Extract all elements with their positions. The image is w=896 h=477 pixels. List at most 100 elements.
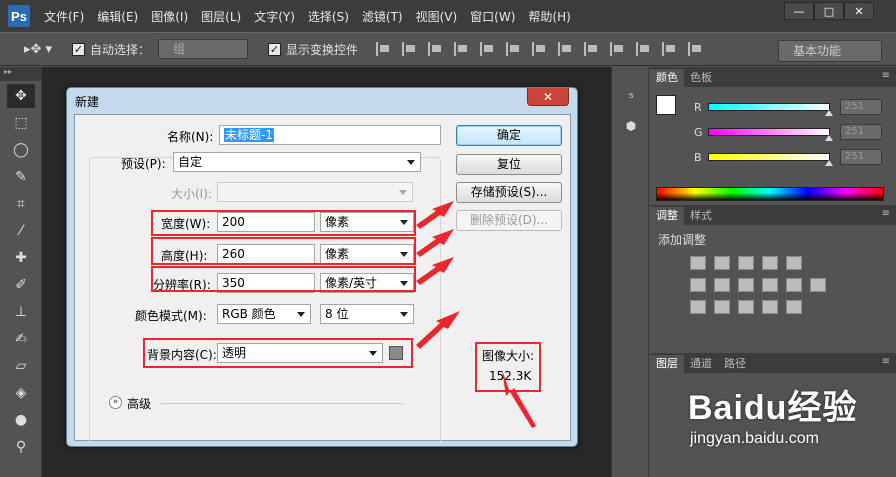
black-white-icon[interactable]	[738, 278, 754, 292]
menu-file[interactable]: 文件(F)	[44, 8, 84, 25]
3d-panel-icon[interactable]: ⬢	[619, 119, 643, 141]
tab-swatches[interactable]: 色板	[684, 69, 718, 87]
distribute-hcenter-icon[interactable]	[636, 42, 652, 56]
bit-depth-dropdown[interactable]: 8 位	[320, 304, 414, 324]
align-vcenter-icon[interactable]	[402, 42, 418, 56]
red-value[interactable]: 251	[840, 99, 882, 115]
tab-channels[interactable]: 通道	[684, 355, 718, 373]
move-tool-preset-icon[interactable]: ▸✥ ▾	[24, 42, 64, 57]
advanced-label[interactable]: 高级	[127, 395, 151, 412]
slider-knob-icon[interactable]	[825, 135, 833, 141]
threshold-icon[interactable]	[738, 300, 754, 314]
slider-knob-icon[interactable]	[825, 160, 833, 166]
align-right-icon[interactable]	[506, 42, 522, 56]
exposure-icon[interactable]	[762, 256, 778, 270]
vibrance-icon[interactable]	[786, 256, 802, 270]
watermark-main: Baidu经验	[688, 389, 858, 427]
preset-dropdown[interactable]: 自定	[173, 152, 421, 172]
curves-icon[interactable]	[738, 256, 754, 270]
slider-knob-icon[interactable]	[825, 110, 833, 116]
panel-menu-icon[interactable]: ≡	[882, 208, 890, 219]
invert-icon[interactable]	[690, 300, 706, 314]
stamp-tool-icon[interactable]: ⊥	[7, 300, 35, 324]
distribute-vcenter-icon[interactable]	[558, 42, 574, 56]
history-brush-tool-icon[interactable]: ✍	[7, 327, 35, 351]
add-adjustment-title: 添加调整	[658, 233, 707, 247]
green-slider[interactable]	[708, 128, 833, 141]
reset-button[interactable]: 复位	[456, 154, 562, 175]
panel-collapse-icon[interactable]: ▸▸	[0, 67, 41, 81]
healing-brush-tool-icon[interactable]: ✚	[7, 246, 35, 270]
menu-filter[interactable]: 滤镜(T)	[362, 8, 403, 25]
green-label: G	[694, 125, 703, 139]
channel-mixer-icon[interactable]	[786, 278, 802, 292]
blue-slider[interactable]	[708, 153, 833, 166]
workspace-switcher[interactable]: 基本功能	[778, 40, 882, 62]
dialog-close-icon[interactable]: ✕	[527, 88, 569, 106]
tab-paths[interactable]: 路径	[718, 355, 752, 373]
color-lookup-icon[interactable]	[810, 278, 826, 292]
tab-adjustments[interactable]: 调整	[650, 207, 684, 225]
panel-menu-icon[interactable]: ≡	[882, 356, 890, 367]
dodge-tool-icon[interactable]: ⚲	[7, 435, 35, 459]
align-top-icon[interactable]	[376, 42, 392, 56]
distribute-top-icon[interactable]	[532, 42, 548, 56]
blur-tool-icon[interactable]: ●	[7, 408, 35, 432]
name-input[interactable]: 未标题-1	[219, 125, 441, 145]
photo-filter-icon[interactable]	[762, 278, 778, 292]
color-spectrum-bar[interactable]	[656, 187, 884, 201]
menu-image[interactable]: 图像(I)	[151, 8, 188, 25]
selective-color-icon[interactable]	[786, 300, 802, 314]
menu-select[interactable]: 选择(S)	[308, 8, 349, 25]
tab-color[interactable]: 颜色	[650, 69, 684, 87]
levels-icon[interactable]	[714, 256, 730, 270]
red-slider[interactable]	[708, 103, 833, 116]
foreground-color-swatch[interactable]	[656, 95, 676, 115]
menu-window[interactable]: 窗口(W)	[470, 8, 515, 25]
minimize-button[interactable]: —	[784, 2, 814, 20]
preset-label: 预设(P):	[121, 157, 166, 171]
eyedropper-tool-icon[interactable]: ⁄	[7, 219, 35, 243]
distribute-left-icon[interactable]	[610, 42, 626, 56]
brightness-icon[interactable]	[690, 256, 706, 270]
blue-value[interactable]: 251	[840, 149, 882, 165]
crop-tool-icon[interactable]: ⌗	[7, 192, 35, 216]
hue-saturation-icon[interactable]	[690, 278, 706, 292]
posterize-icon[interactable]	[714, 300, 730, 314]
align-hcenter-icon[interactable]	[480, 42, 496, 56]
show-transform-checkbox[interactable]: ✓ 显示变换控件	[268, 41, 358, 58]
align-left-icon[interactable]	[454, 42, 470, 56]
quick-select-tool-icon[interactable]: ✎	[7, 165, 35, 189]
menu-type[interactable]: 文字(Y)	[254, 8, 295, 25]
move-tool-icon[interactable]: ✥	[7, 84, 35, 108]
green-value[interactable]: 251	[840, 124, 882, 140]
auto-select-checkbox[interactable]: ✓ 自动选择：	[72, 41, 150, 58]
maximize-button[interactable]: □	[814, 2, 844, 20]
menu-edit[interactable]: 编辑(E)	[97, 8, 138, 25]
color-mode-dropdown[interactable]: RGB 颜色	[217, 304, 311, 324]
menu-view[interactable]: 视图(V)	[416, 8, 458, 25]
annotation-box-height	[151, 237, 416, 265]
layers-panel-tabs: 图层 通道 路径 ≡	[650, 353, 896, 373]
marquee-tool-icon[interactable]: ⬚	[7, 111, 35, 135]
menu-layer[interactable]: 图层(L)	[201, 8, 241, 25]
lasso-tool-icon[interactable]: ◯	[7, 138, 35, 162]
align-bottom-icon[interactable]	[428, 42, 444, 56]
tab-layers[interactable]: 图层	[650, 355, 684, 373]
color-balance-icon[interactable]	[714, 278, 730, 292]
distribute-right-icon[interactable]	[662, 42, 678, 56]
paint-bucket-tool-icon[interactable]: ◈	[7, 381, 35, 405]
auto-align-icon[interactable]	[688, 42, 704, 56]
brush-tool-icon[interactable]: ✐	[7, 273, 35, 297]
ok-button[interactable]: 确定	[456, 125, 562, 146]
panel-menu-icon[interactable]: ≡	[882, 70, 890, 81]
close-app-button[interactable]: ✕	[844, 2, 874, 20]
tab-styles[interactable]: 样式	[684, 207, 718, 225]
history-panel-icon[interactable]: ⁵	[619, 91, 643, 113]
menu-help[interactable]: 帮助(H)	[528, 8, 570, 25]
gradient-map-icon[interactable]	[762, 300, 778, 314]
expand-advanced-icon[interactable]: »	[109, 396, 122, 409]
eraser-tool-icon[interactable]: ▱	[7, 354, 35, 378]
distribute-bottom-icon[interactable]	[584, 42, 600, 56]
auto-select-dropdown[interactable]: 组	[158, 39, 249, 59]
